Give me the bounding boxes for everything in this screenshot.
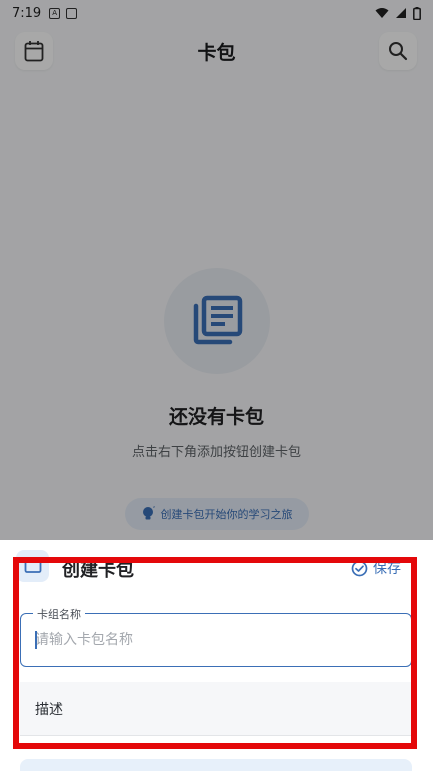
create-wallet-sheet: 创建卡包 保存 卡组名称 描述 xyxy=(0,540,433,771)
folder-icon xyxy=(24,560,41,573)
wallet-name-input[interactable] xyxy=(35,627,395,653)
text-cursor xyxy=(35,631,37,649)
save-button-label: 保存 xyxy=(373,561,401,577)
description-field[interactable]: 描述 xyxy=(20,682,412,736)
wallet-name-field[interactable]: 卡组名称 xyxy=(20,606,412,667)
save-button[interactable]: 保存 xyxy=(351,558,401,578)
sheet-folder-icon-badge xyxy=(16,550,49,582)
description-label: 描述 xyxy=(35,701,63,718)
sheet-header: 创建卡包 保存 xyxy=(0,540,433,594)
next-field-edge xyxy=(20,759,412,771)
wallet-name-label: 卡组名称 xyxy=(33,606,85,622)
sheet-title: 创建卡包 xyxy=(62,560,134,581)
check-circle-icon xyxy=(351,560,368,576)
